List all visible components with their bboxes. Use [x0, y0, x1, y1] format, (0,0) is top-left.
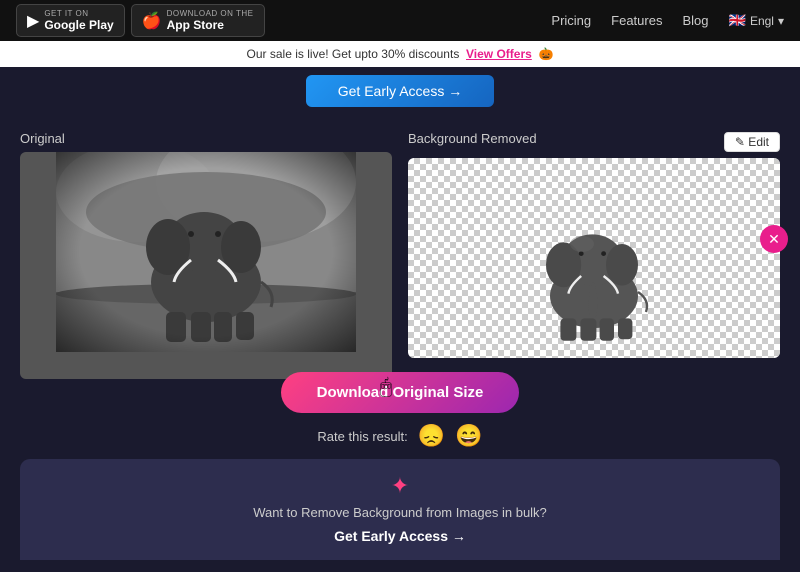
checkerboard-bg [408, 158, 780, 358]
main-content: ✕ Original [0, 115, 800, 572]
rate-label: Rate this result: [317, 429, 407, 444]
google-play-label: Google Play [44, 18, 113, 32]
google-play-sublabel: GET IT ON [44, 9, 113, 18]
bg-removed-image-container [408, 158, 780, 358]
bulk-early-access-link[interactable]: Get Early Access → [334, 528, 466, 544]
edit-button[interactable]: ✎ Edit [724, 132, 780, 152]
language-label: Engl [750, 14, 774, 28]
blog-link[interactable]: Blog [682, 13, 708, 28]
flag-icon: 🇬🇧 [729, 12, 746, 29]
original-image-container [20, 152, 392, 379]
early-access-button[interactable]: Get Early Access → [306, 75, 494, 107]
image-comparison: Original [20, 131, 780, 358]
pricing-link[interactable]: Pricing [551, 13, 591, 28]
download-button[interactable]: Download Original Size [281, 372, 520, 413]
original-panel: Original [20, 131, 392, 358]
bulk-text: Want to Remove Background from Images in… [40, 505, 760, 520]
sale-emoji: 🎃 [538, 47, 553, 61]
bulk-section: ✦ Want to Remove Background from Images … [20, 459, 780, 560]
view-offers-link[interactable]: View Offers [466, 47, 532, 61]
google-play-badge[interactable]: ▶ GET IT ON Google Play [16, 4, 125, 37]
early-access-bar: Get Early Access → [0, 67, 800, 115]
apple-icon: 🍎 [142, 11, 162, 31]
bulk-icon: ✦ [40, 473, 760, 499]
happy-emoji-button[interactable]: 😄 [455, 423, 482, 449]
google-play-icon: ▶ [27, 11, 39, 31]
features-link[interactable]: Features [611, 13, 662, 28]
download-section: Download Original Size 🖱 Rate this resul… [20, 372, 780, 449]
original-label: Original [20, 131, 392, 146]
sad-emoji-button[interactable]: 😞 [418, 423, 445, 449]
nav-right: Pricing Features Blog 🇬🇧 Engl ▾ [551, 12, 784, 29]
close-button[interactable]: ✕ [760, 225, 788, 253]
original-elephant-svg [20, 152, 392, 352]
rate-section: Rate this result: 😞 😄 [317, 423, 482, 449]
bg-removed-header: Background Removed ✎ Edit [408, 131, 780, 152]
top-nav: ▶ GET IT ON Google Play 🍎 Download on th… [0, 0, 800, 41]
sale-banner: Our sale is live! Get upto 30% discounts… [0, 41, 800, 67]
chevron-down-icon: ▾ [778, 14, 784, 28]
bg-removed-label: Background Removed [408, 131, 537, 146]
app-store-badge[interactable]: 🍎 Download on the App Store [131, 4, 265, 37]
language-selector[interactable]: 🇬🇧 Engl ▾ [729, 12, 785, 29]
removed-elephant-svg [514, 188, 674, 348]
sale-text: Our sale is live! Get upto 30% discounts [247, 47, 460, 61]
app-store-sublabel: Download on the [167, 9, 254, 18]
bg-removed-panel: Background Removed ✎ Edit [408, 131, 780, 358]
nav-left: ▶ GET IT ON Google Play 🍎 Download on th… [16, 4, 265, 37]
app-store-label: App Store [167, 18, 224, 32]
